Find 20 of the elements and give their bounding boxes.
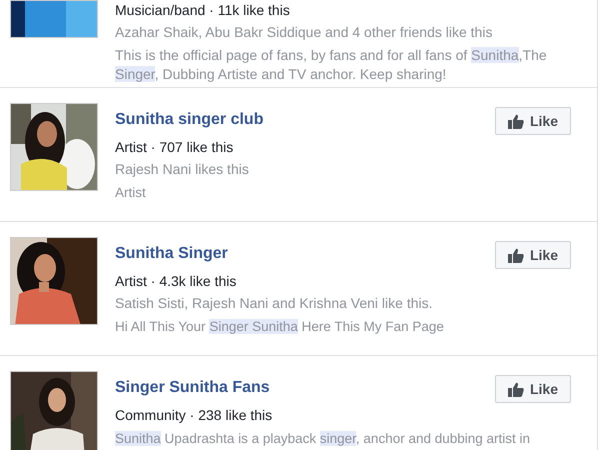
friends-like-text: Rajesh Nani likes this [115, 160, 250, 179]
page-title-link[interactable]: Sunitha singer club [115, 110, 264, 130]
friends-like-text: Satish Sisti, Rajesh Nani and Krishna Veni like this. [115, 294, 434, 313]
thumbs-up-icon [508, 248, 524, 262]
like-button[interactable]: Like [494, 107, 571, 135]
page-description: This is the official page of fans, by fans and for all fans of Sunitha,The Singer, Dubbing Artiste and TV anchor. Keep sharing! [115, 46, 548, 84]
thumbs-up-icon [508, 114, 524, 128]
thumbs-up-icon [508, 382, 524, 396]
page-description: Hi All This Your Singer Sunitha Here This My Fan Page [115, 318, 445, 336]
page-title-link[interactable]: Sunitha Singer [115, 244, 228, 264]
page-title-link[interactable]: Singer Sunitha Fans [115, 378, 270, 398]
page-category-likes: Artist · 4.3k like this [115, 272, 238, 291]
friends-like-text: Azahar Shaik, Abu Bakr Siddique and 4 other friends like this [115, 23, 494, 42]
like-button[interactable]: Like [494, 241, 571, 269]
page-category-likes: Musician/band · 11k like this [115, 1, 291, 20]
page-category-likes: Community · 238 like this [115, 406, 274, 425]
page-category-likes: Artist · 707 like this [115, 138, 234, 157]
like-button[interactable]: Like [494, 375, 571, 403]
page-description: Sunitha Upadrashta is a playback singer, anchor and dubbing artist in [115, 430, 532, 448]
page-description: Artist [115, 184, 147, 202]
